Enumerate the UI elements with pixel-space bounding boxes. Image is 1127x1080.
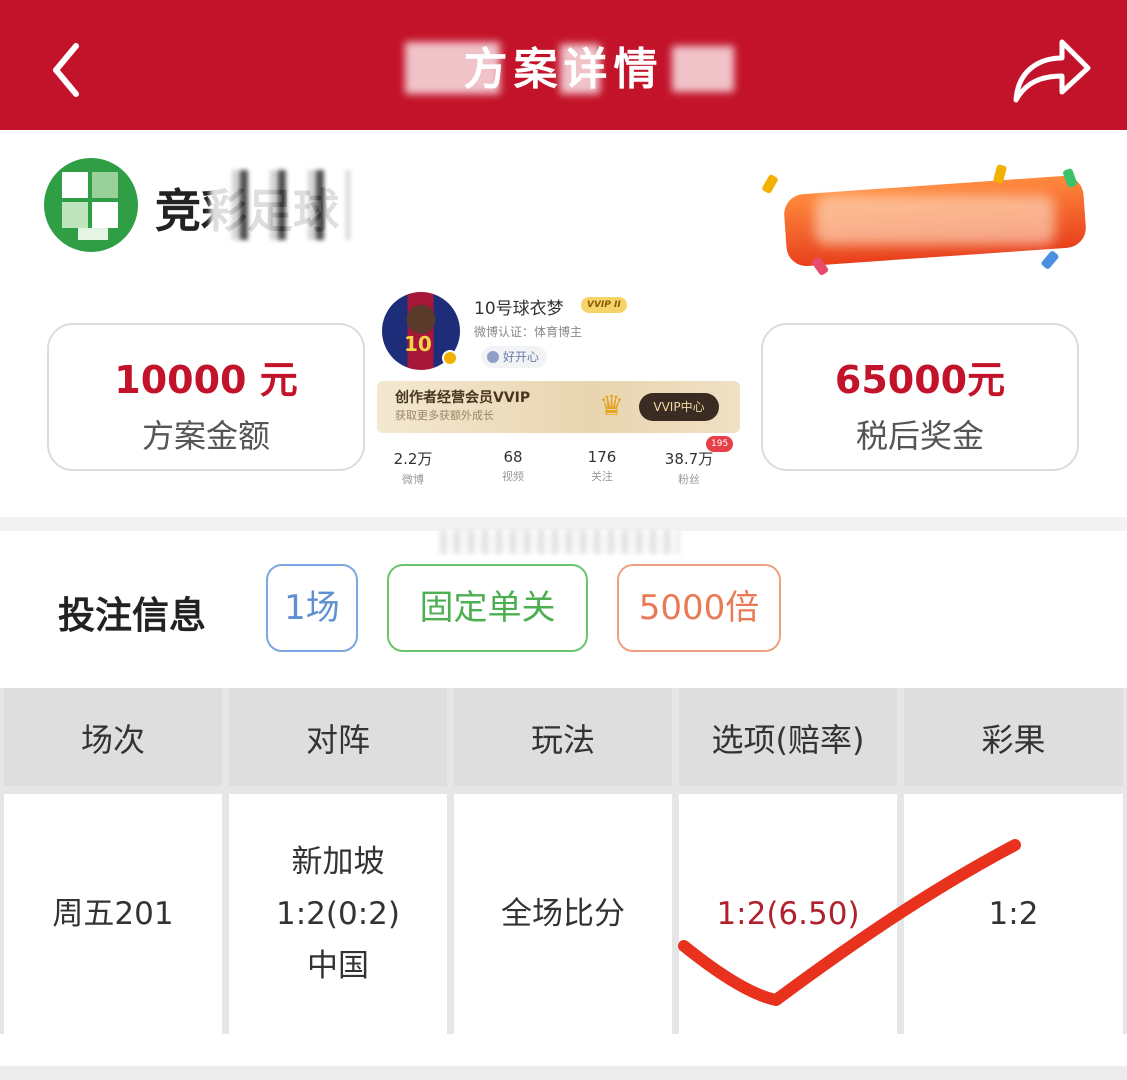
vvip-subtitle: 获取更多获额外成长 <box>395 409 494 422</box>
prize-label: 税后奖金 <box>855 417 984 455</box>
redaction-blur <box>672 46 734 92</box>
table-header-cell: 选项(赔率) <box>679 688 897 786</box>
vvip-center-button[interactable]: VVIP中心 <box>639 393 719 421</box>
away-team: 中国 <box>307 948 369 984</box>
redaction-blur <box>405 42 500 94</box>
mood-pill[interactable]: 好开心 <box>481 346 548 368</box>
plan-amount-card: 10000 元 方案金额 <box>47 323 365 471</box>
stat-fans[interactable]: 38.7万 粉丝 <box>649 448 729 487</box>
stat-video[interactable]: 68 视频 <box>473 448 553 484</box>
table-cell-matchup: 新加坡 1:2(0:2) 中国 <box>229 794 447 1034</box>
bet-table: 场次 对阵 玩法 选项(赔率) 彩果 周五201 新加坡 1:2(0:2) 中国… <box>0 688 1127 1034</box>
table-header-cell: 对阵 <box>229 688 447 786</box>
redaction-blur <box>210 170 350 240</box>
crown-icon: ♛ <box>599 389 625 422</box>
profile-stats: 2.2万 微博 68 视频 176 关注 38.7万 粉丝 <box>377 448 740 488</box>
plan-amount-label: 方案金额 <box>141 417 270 455</box>
profile-cert: 微博认证：体育博主 <box>474 325 583 339</box>
promo-banner[interactable] <box>755 164 1095 277</box>
share-icon <box>1013 39 1091 103</box>
lottery-logo-icon <box>44 158 138 252</box>
section-divider <box>0 517 1127 531</box>
tag-bet-type: 固定单关 <box>387 564 588 652</box>
table-cell-result: 1:2 <box>904 794 1123 1034</box>
stat-following[interactable]: 176 关注 <box>562 448 642 484</box>
match-score: 1:2(0:2) <box>276 896 400 932</box>
prize-card: 65000元 税后奖金 <box>761 323 1079 471</box>
bottom-divider <box>0 1066 1127 1080</box>
plan-amount-value: 10000 元 <box>114 358 298 402</box>
tag-multiplier: 5000倍 <box>617 564 781 652</box>
top-bar: 方案详情 <box>0 0 1127 130</box>
table-header-cell: 玩法 <box>454 688 672 786</box>
redaction-blur <box>440 530 680 554</box>
vvip-title: 创作者经营会员VVIP <box>395 390 531 406</box>
table-cell-option: 1:2(6.50) <box>679 794 897 1034</box>
vvip-banner[interactable]: 创作者经营会员VVIP 获取更多获额外成长 ♛ VVIP中心 <box>377 381 740 433</box>
table-header-cell: 场次 <box>4 688 222 786</box>
weibo-profile-card[interactable]: 10 10号球衣梦 VVIP II 微博认证：体育博主 好开心 创作者经营会员V… <box>377 288 740 490</box>
share-button[interactable] <box>1000 30 1100 110</box>
stat-weibo[interactable]: 2.2万 微博 <box>373 448 453 487</box>
prize-value: 65000元 <box>834 358 1006 402</box>
redaction-blur <box>560 44 600 94</box>
profile-name[interactable]: 10号球衣梦 <box>474 294 564 319</box>
verified-badge-icon <box>442 350 458 366</box>
table-cell-match-no: 周五201 <box>4 794 222 1034</box>
bet-info-title: 投注信息 <box>58 594 206 637</box>
table-header-cell: 彩果 <box>904 688 1123 786</box>
tag-match-count: 1场 <box>266 564 358 652</box>
home-team: 新加坡 <box>291 844 385 880</box>
table-cell-play: 全场比分 <box>454 794 672 1034</box>
vip-tag: VVIP II <box>581 297 627 313</box>
